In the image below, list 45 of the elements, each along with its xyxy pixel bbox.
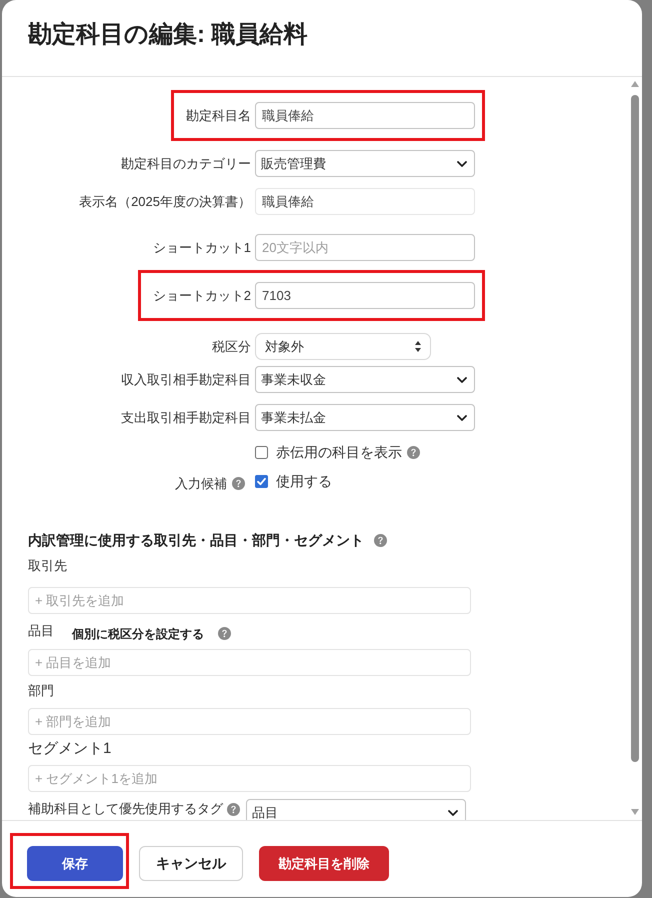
checkbox-label[interactable]: 使用する <box>276 471 332 492</box>
section-heading: 内訳管理に使用する取引先・品目・部門・セグメント <box>28 530 364 550</box>
help-icon[interactable] <box>218 627 231 640</box>
group-label: 品目 <box>28 622 54 640</box>
chevron-down-icon <box>457 376 467 382</box>
select-field[interactable]: 事業未収金 <box>255 366 475 393</box>
field-label: 支出取引相手勘定科目 <box>121 408 251 427</box>
tag-label: 補助科目として優先使用するタグ <box>28 800 223 816</box>
select-field[interactable]: 品目 <box>246 799 466 820</box>
text-field[interactable]: 職員俸給 <box>255 102 475 129</box>
cancel-button[interactable]: キャンセル <box>139 846 243 881</box>
save-button[interactable]: 保存 <box>27 846 123 881</box>
text-field[interactable]: 7103 <box>255 282 475 309</box>
help-icon[interactable] <box>227 803 240 816</box>
option-label: 入力候補 <box>175 475 227 493</box>
up-down-arrows-icon <box>415 341 421 352</box>
chevron-down-icon <box>448 810 458 816</box>
group-label: セグメント1 <box>28 738 112 759</box>
delete-button[interactable]: 勘定科目を削除 <box>259 846 389 881</box>
help-icon[interactable] <box>374 534 387 546</box>
scroll-up-icon[interactable] <box>631 81 639 87</box>
chevron-down-icon <box>457 160 467 166</box>
dialog-title: 勘定科目の編集: 職員給料 <box>28 20 308 50</box>
field-label: 税区分 <box>212 338 251 356</box>
checkbox[interactable] <box>255 446 268 459</box>
field-label: 表示名（2025年度の決算書） <box>79 192 251 211</box>
group-label: 部門 <box>28 682 54 700</box>
scroll-down-icon[interactable] <box>631 809 639 815</box>
field-label: ショートカット2 <box>152 286 251 305</box>
chevron-down-icon <box>457 414 467 420</box>
scrollbar-thumb[interactable] <box>631 95 639 762</box>
text-field[interactable]: 職員俸給 <box>255 188 475 215</box>
field-label: ショートカット1 <box>152 238 251 257</box>
checkbox-label[interactable]: 赤伝用の科目を表示 <box>276 442 402 463</box>
field-label: 勘定科目名 <box>186 106 251 125</box>
select-field[interactable]: 対象外 <box>255 333 431 360</box>
field-label: 勘定科目のカテゴリー <box>121 154 251 173</box>
select-field[interactable]: 販売管理費 <box>255 150 475 177</box>
checkbox-checked[interactable] <box>255 475 268 488</box>
select-field[interactable]: 事業未払金 <box>255 404 475 431</box>
group-note: 個別に税区分を設定する <box>72 626 204 642</box>
help-icon[interactable] <box>407 446 420 459</box>
group-label: 取引先 <box>28 557 67 576</box>
help-icon[interactable] <box>232 477 245 490</box>
field-label: 収入取引相手勘定科目 <box>121 370 251 389</box>
